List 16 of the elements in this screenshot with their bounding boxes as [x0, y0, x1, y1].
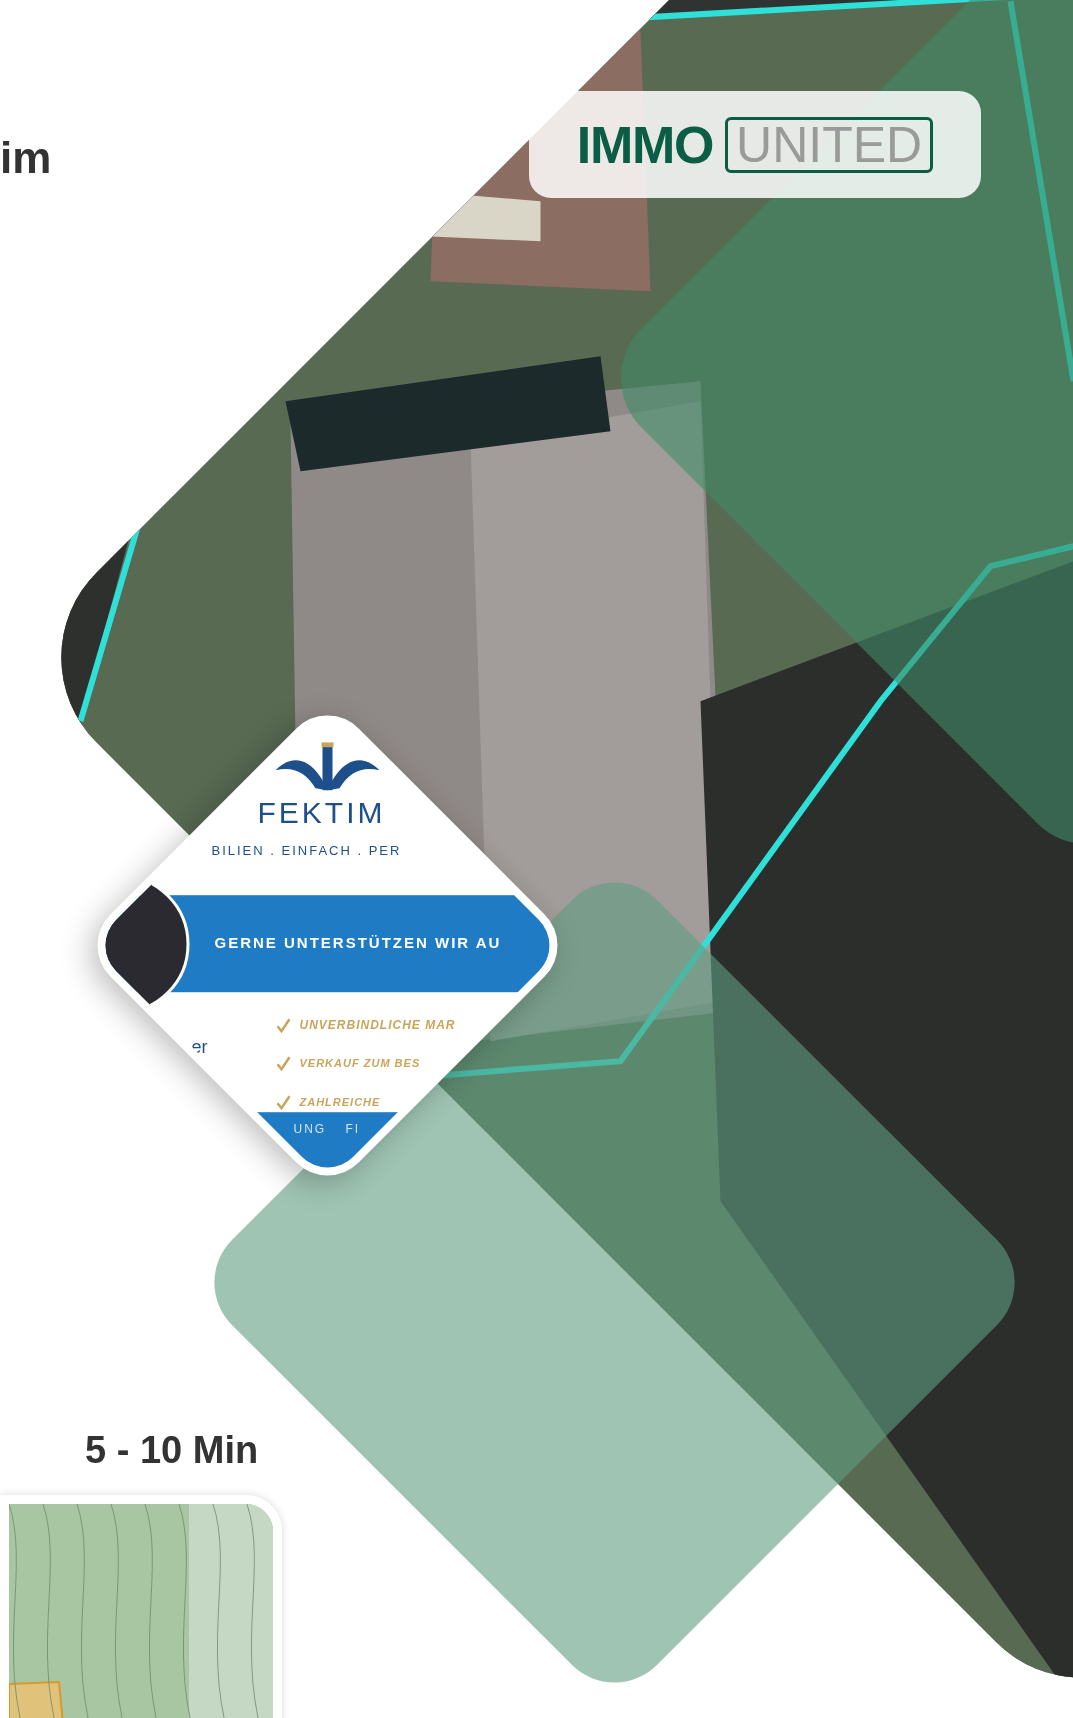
logo-word: IMMO [576, 118, 714, 171]
checklist-item: UNVERBINDLICHE MAR [299, 1016, 456, 1034]
banner-text: GERNE UNTERSTÜTZEN WIR AU [214, 932, 502, 953]
logo-boxed-word: UNITED [725, 116, 934, 173]
checklist-item: ZAHLREICHE [299, 1094, 381, 1110]
checklist-item: VERKAUF ZUM BES [299, 1055, 421, 1071]
heading-fragment: im [0, 136, 52, 180]
checkmark-icon [275, 1093, 292, 1110]
tagline: BILIEN . EINFACH . PER [211, 843, 402, 857]
checkmark-icon [275, 1054, 292, 1071]
side-text: er [191, 1037, 208, 1056]
duration-label: 5 - 10 Min [85, 1431, 259, 1469]
nav-link[interactable]: FI [345, 1119, 361, 1138]
nav-link[interactable]: UNG [293, 1119, 327, 1138]
checkmark-icon [275, 1016, 292, 1033]
brand-name: FEKTIM [257, 797, 386, 828]
